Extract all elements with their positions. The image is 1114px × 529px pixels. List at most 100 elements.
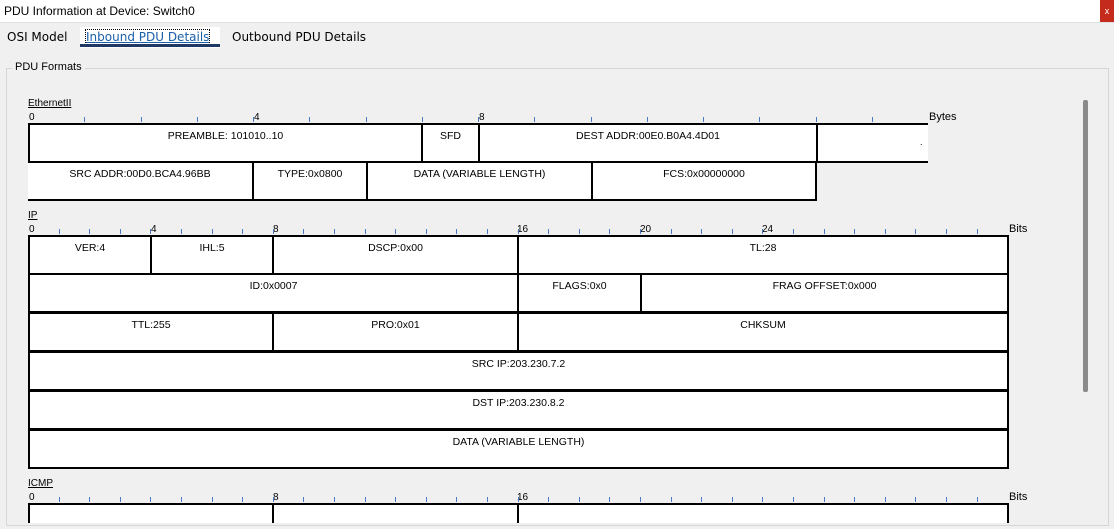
field-tl: TL:28 bbox=[517, 235, 1009, 275]
ruler-number: 8 bbox=[479, 112, 485, 123]
field-protocol: PRO:0x01 bbox=[272, 312, 519, 352]
ruler-tick bbox=[640, 497, 641, 502]
ruler-tick bbox=[670, 497, 672, 502]
ruler-tick bbox=[181, 497, 182, 502]
ip-section-label: IP bbox=[28, 210, 38, 221]
ruler-tick bbox=[854, 229, 856, 234]
tab-label: Outbound PDU Details bbox=[232, 30, 367, 44]
ruler-number: 8 bbox=[273, 224, 279, 235]
tab-outbound-pdu-details[interactable]: Outbound PDU Details bbox=[226, 27, 372, 48]
ruler-tick bbox=[181, 229, 182, 234]
ruler-tick bbox=[823, 497, 825, 502]
ruler-tick bbox=[701, 229, 703, 234]
ruler-tick bbox=[548, 497, 550, 502]
ruler-tick bbox=[211, 497, 213, 502]
field-flags: FLAGS:0x0 bbox=[517, 273, 642, 313]
ruler-number: 20 bbox=[640, 224, 652, 235]
ruler-tick bbox=[456, 497, 458, 502]
ruler-tick bbox=[793, 229, 794, 234]
ruler-tick bbox=[58, 497, 60, 502]
field-sfd: SFD bbox=[421, 123, 480, 163]
icmp-section-label: ICMP bbox=[28, 478, 53, 489]
field-src-addr: SRC ADDR:00D0.BCA4.96BB bbox=[28, 161, 254, 201]
ruler-tick bbox=[150, 229, 152, 234]
ruler-tick bbox=[854, 497, 856, 502]
ruler-tick bbox=[478, 117, 479, 122]
vertical-scrollbar[interactable] bbox=[1083, 100, 1088, 392]
ruler-tick bbox=[272, 229, 274, 234]
ruler-number: 0 bbox=[29, 112, 35, 123]
ruler-tick bbox=[793, 497, 794, 502]
ruler-tick bbox=[395, 229, 397, 234]
field-icmp-checksum bbox=[517, 503, 1009, 523]
ruler-tick bbox=[946, 229, 947, 234]
ruler-tick bbox=[759, 117, 761, 122]
ruler-tick bbox=[731, 229, 733, 234]
ruler-tick bbox=[211, 229, 213, 234]
ruler-number: 0 bbox=[29, 492, 35, 503]
ruler-tick bbox=[242, 497, 244, 502]
field-data: DATA (VARIABLE LENGTH) bbox=[366, 161, 593, 201]
ruler-tick bbox=[425, 497, 427, 502]
ruler-tick bbox=[701, 497, 703, 502]
field-ip-data: DATA (VARIABLE LENGTH) bbox=[28, 429, 1009, 469]
ruler-tick bbox=[84, 117, 86, 122]
field-frag-offset: FRAG OFFSET:0x000 bbox=[640, 273, 1009, 313]
ruler-tick bbox=[196, 117, 198, 122]
ruler-tick bbox=[703, 117, 704, 122]
field-preamble: PREAMBLE: 101010..10 bbox=[28, 123, 423, 163]
field-checksum: CHKSUM bbox=[517, 312, 1009, 352]
ruler-tick bbox=[946, 497, 947, 502]
ruler-tick bbox=[456, 229, 458, 234]
ruler-tick bbox=[119, 229, 121, 234]
field-type: TYPE:0x0800 bbox=[252, 161, 368, 201]
ruler-tick bbox=[884, 497, 886, 502]
field-dst-ip: DST IP:203.230.8.2 bbox=[28, 390, 1009, 430]
field-icmp-type bbox=[28, 503, 274, 523]
ruler-tick bbox=[976, 229, 978, 234]
ruler-tick bbox=[640, 229, 641, 234]
ruler-tick bbox=[548, 229, 550, 234]
ruler-tick bbox=[303, 229, 305, 234]
field-ihl: IHL:5 bbox=[150, 235, 274, 275]
ruler-tick bbox=[364, 497, 366, 502]
tab-label: OSI Model bbox=[7, 30, 68, 44]
field-dscp: DSCP:0x00 bbox=[272, 235, 519, 275]
tab-osi-model[interactable]: OSI Model bbox=[1, 27, 73, 48]
field-src-ip: SRC IP:203.230.7.2 bbox=[28, 351, 1009, 391]
field-ttl: TTL:255 bbox=[28, 312, 274, 352]
field-id: ID:0x0007 bbox=[28, 273, 519, 313]
active-tab-indicator bbox=[80, 44, 220, 47]
ethernet-unit-label: Bytes bbox=[929, 111, 957, 123]
ruler-tick bbox=[309, 117, 311, 122]
ruler-tick bbox=[303, 497, 305, 502]
ruler-tick bbox=[731, 497, 733, 502]
ruler-tick bbox=[140, 117, 142, 122]
ruler-tick bbox=[915, 229, 917, 234]
ruler-tick bbox=[915, 497, 917, 502]
ruler-tick bbox=[534, 117, 536, 122]
ruler-tick bbox=[421, 117, 423, 122]
ruler-number: 24 bbox=[762, 224, 774, 235]
ruler-number: 4 bbox=[151, 224, 157, 235]
tab-label: Inbound PDU Details bbox=[84, 29, 211, 45]
ruler-tick bbox=[119, 497, 121, 502]
ruler-tick bbox=[976, 497, 978, 502]
ruler-tick bbox=[823, 229, 825, 234]
ruler-tick bbox=[334, 229, 335, 234]
ruler-tick bbox=[871, 117, 873, 122]
ruler-tick bbox=[365, 117, 367, 122]
ruler-tick bbox=[89, 229, 91, 234]
ruler-tick bbox=[670, 229, 672, 234]
ruler-tick bbox=[253, 117, 254, 122]
ruler-tick bbox=[578, 497, 580, 502]
ruler-tick bbox=[609, 497, 611, 502]
ruler-tick bbox=[242, 229, 244, 234]
ruler-tick bbox=[58, 229, 60, 234]
ruler-number: 16 bbox=[517, 224, 529, 235]
ruler-tick bbox=[609, 229, 611, 234]
ip-unit-label: Bits bbox=[1009, 223, 1028, 235]
close-button[interactable]: x bbox=[1100, 0, 1114, 22]
ruler-tick bbox=[364, 229, 366, 234]
ruler-tick bbox=[487, 497, 488, 502]
